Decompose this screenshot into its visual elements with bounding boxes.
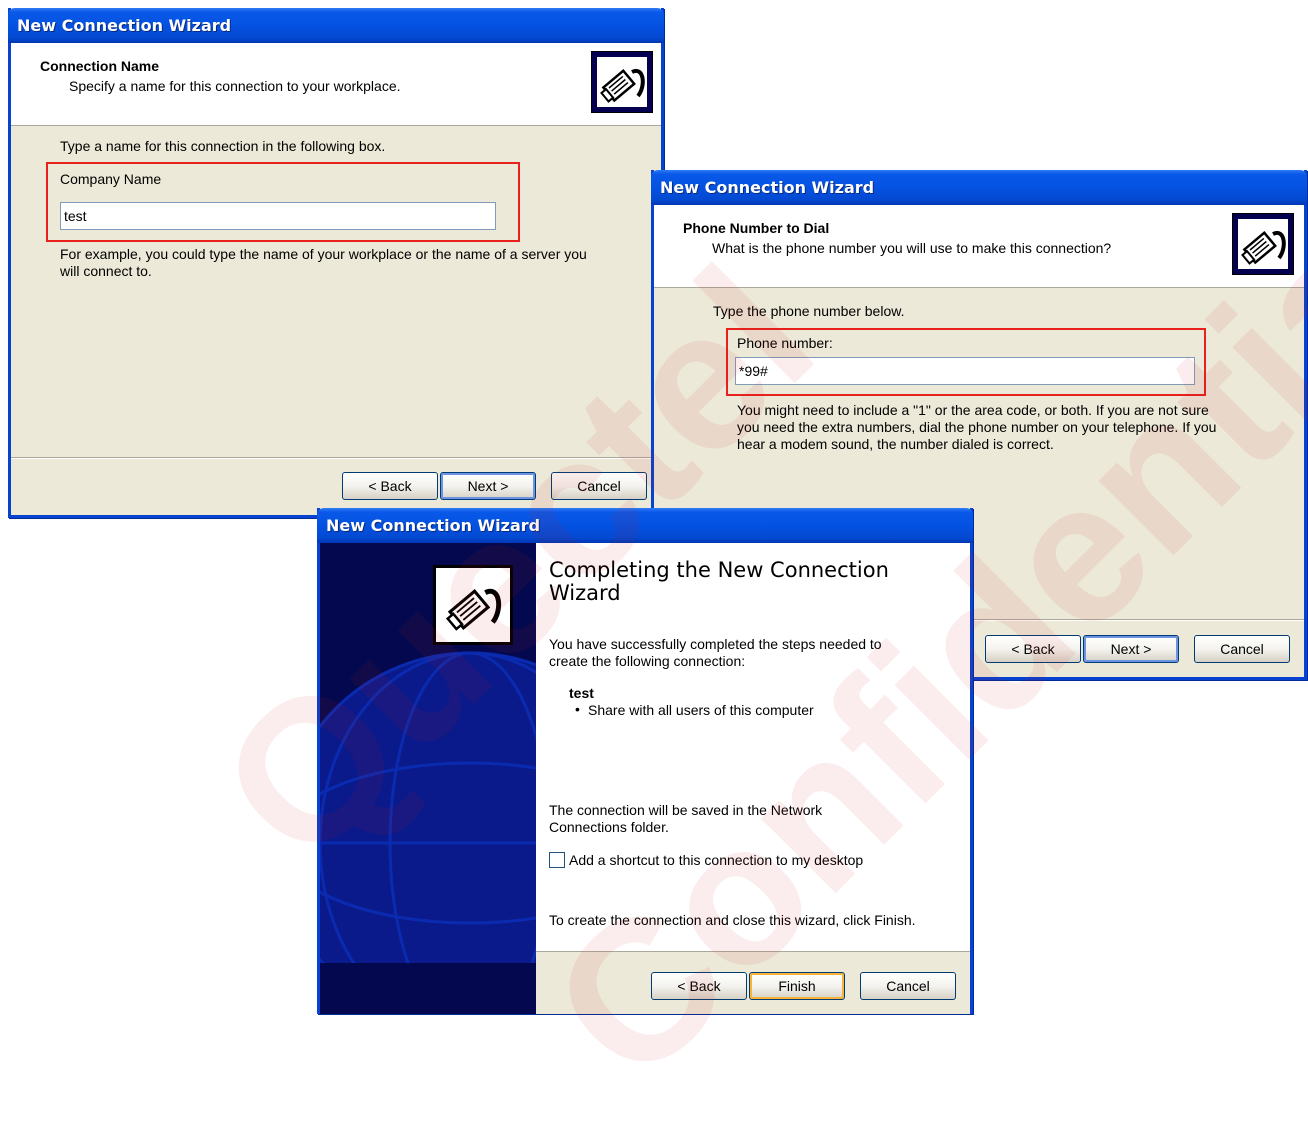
share-option-text: Share with all users of this computer [588, 702, 814, 718]
cancel-button[interactable]: Cancel [1194, 635, 1290, 663]
instruction-text: Type a name for this connection in the f… [60, 138, 386, 154]
intro-text: You have successfully completed the step… [549, 636, 882, 669]
content-panel: Completing the New Connection Wizard You… [536, 543, 970, 952]
wizard-header: Connection Name Specify a name for this … [11, 43, 661, 126]
connection-name: test [569, 685, 594, 701]
back-button[interactable]: < Back [651, 972, 747, 1000]
header-title: Connection Name [40, 58, 160, 74]
wizard-side-panel [320, 543, 536, 1014]
company-name-label: Company Name [60, 171, 162, 187]
cancel-button[interactable]: Cancel [551, 472, 647, 500]
phone-number-label: Phone number: [737, 335, 833, 351]
next-button[interactable]: Next > [440, 472, 536, 500]
header-subtitle: What is the phone number you will use to… [712, 240, 1112, 256]
next-button[interactable]: Next > [1083, 635, 1179, 663]
finish-instruction: To create the connection and close this … [549, 912, 916, 928]
title-bar[interactable]: New Connection Wizard [651, 170, 1307, 205]
example-text: For example, you could type the name of … [60, 246, 587, 279]
title-bar[interactable]: New Connection Wizard [8, 8, 664, 43]
instruction-text: Type the phone number below. [713, 303, 905, 319]
connection-plug-icon [591, 51, 653, 113]
shortcut-label[interactable]: Add a shortcut to this connection to my … [569, 852, 863, 869]
completion-heading: Completing the New Connection Wizard [549, 558, 889, 605]
connection-plug-icon [1232, 213, 1294, 275]
back-button[interactable]: < Back [985, 635, 1081, 663]
connection-plug-icon [433, 565, 513, 645]
back-button[interactable]: < Back [342, 472, 438, 500]
hint-text: You might need to include a "1" or the a… [737, 402, 1217, 452]
wizard-window-completing: New Connection Wizard Completing the New… [317, 508, 973, 1014]
title-bar[interactable]: New Connection Wizard [317, 508, 973, 543]
header-title: Phone Number to Dial [683, 220, 830, 236]
shortcut-checkbox[interactable] [549, 852, 565, 868]
cancel-button[interactable]: Cancel [860, 972, 956, 1000]
company-name-input[interactable]: test [60, 202, 496, 230]
wizard-header: Phone Number to Dial What is the phone n… [654, 205, 1304, 288]
wizard-window-connection-name: New Connection Wizard Connection Name Sp… [8, 8, 664, 518]
saved-location-text: The connection will be saved in the Netw… [549, 802, 823, 835]
separator [11, 457, 661, 459]
header-subtitle: Specify a name for this connection to yo… [69, 78, 401, 94]
bullet-dot: • [575, 701, 580, 717]
finish-button[interactable]: Finish [749, 972, 845, 1000]
phone-number-input[interactable]: *99# [735, 357, 1195, 385]
